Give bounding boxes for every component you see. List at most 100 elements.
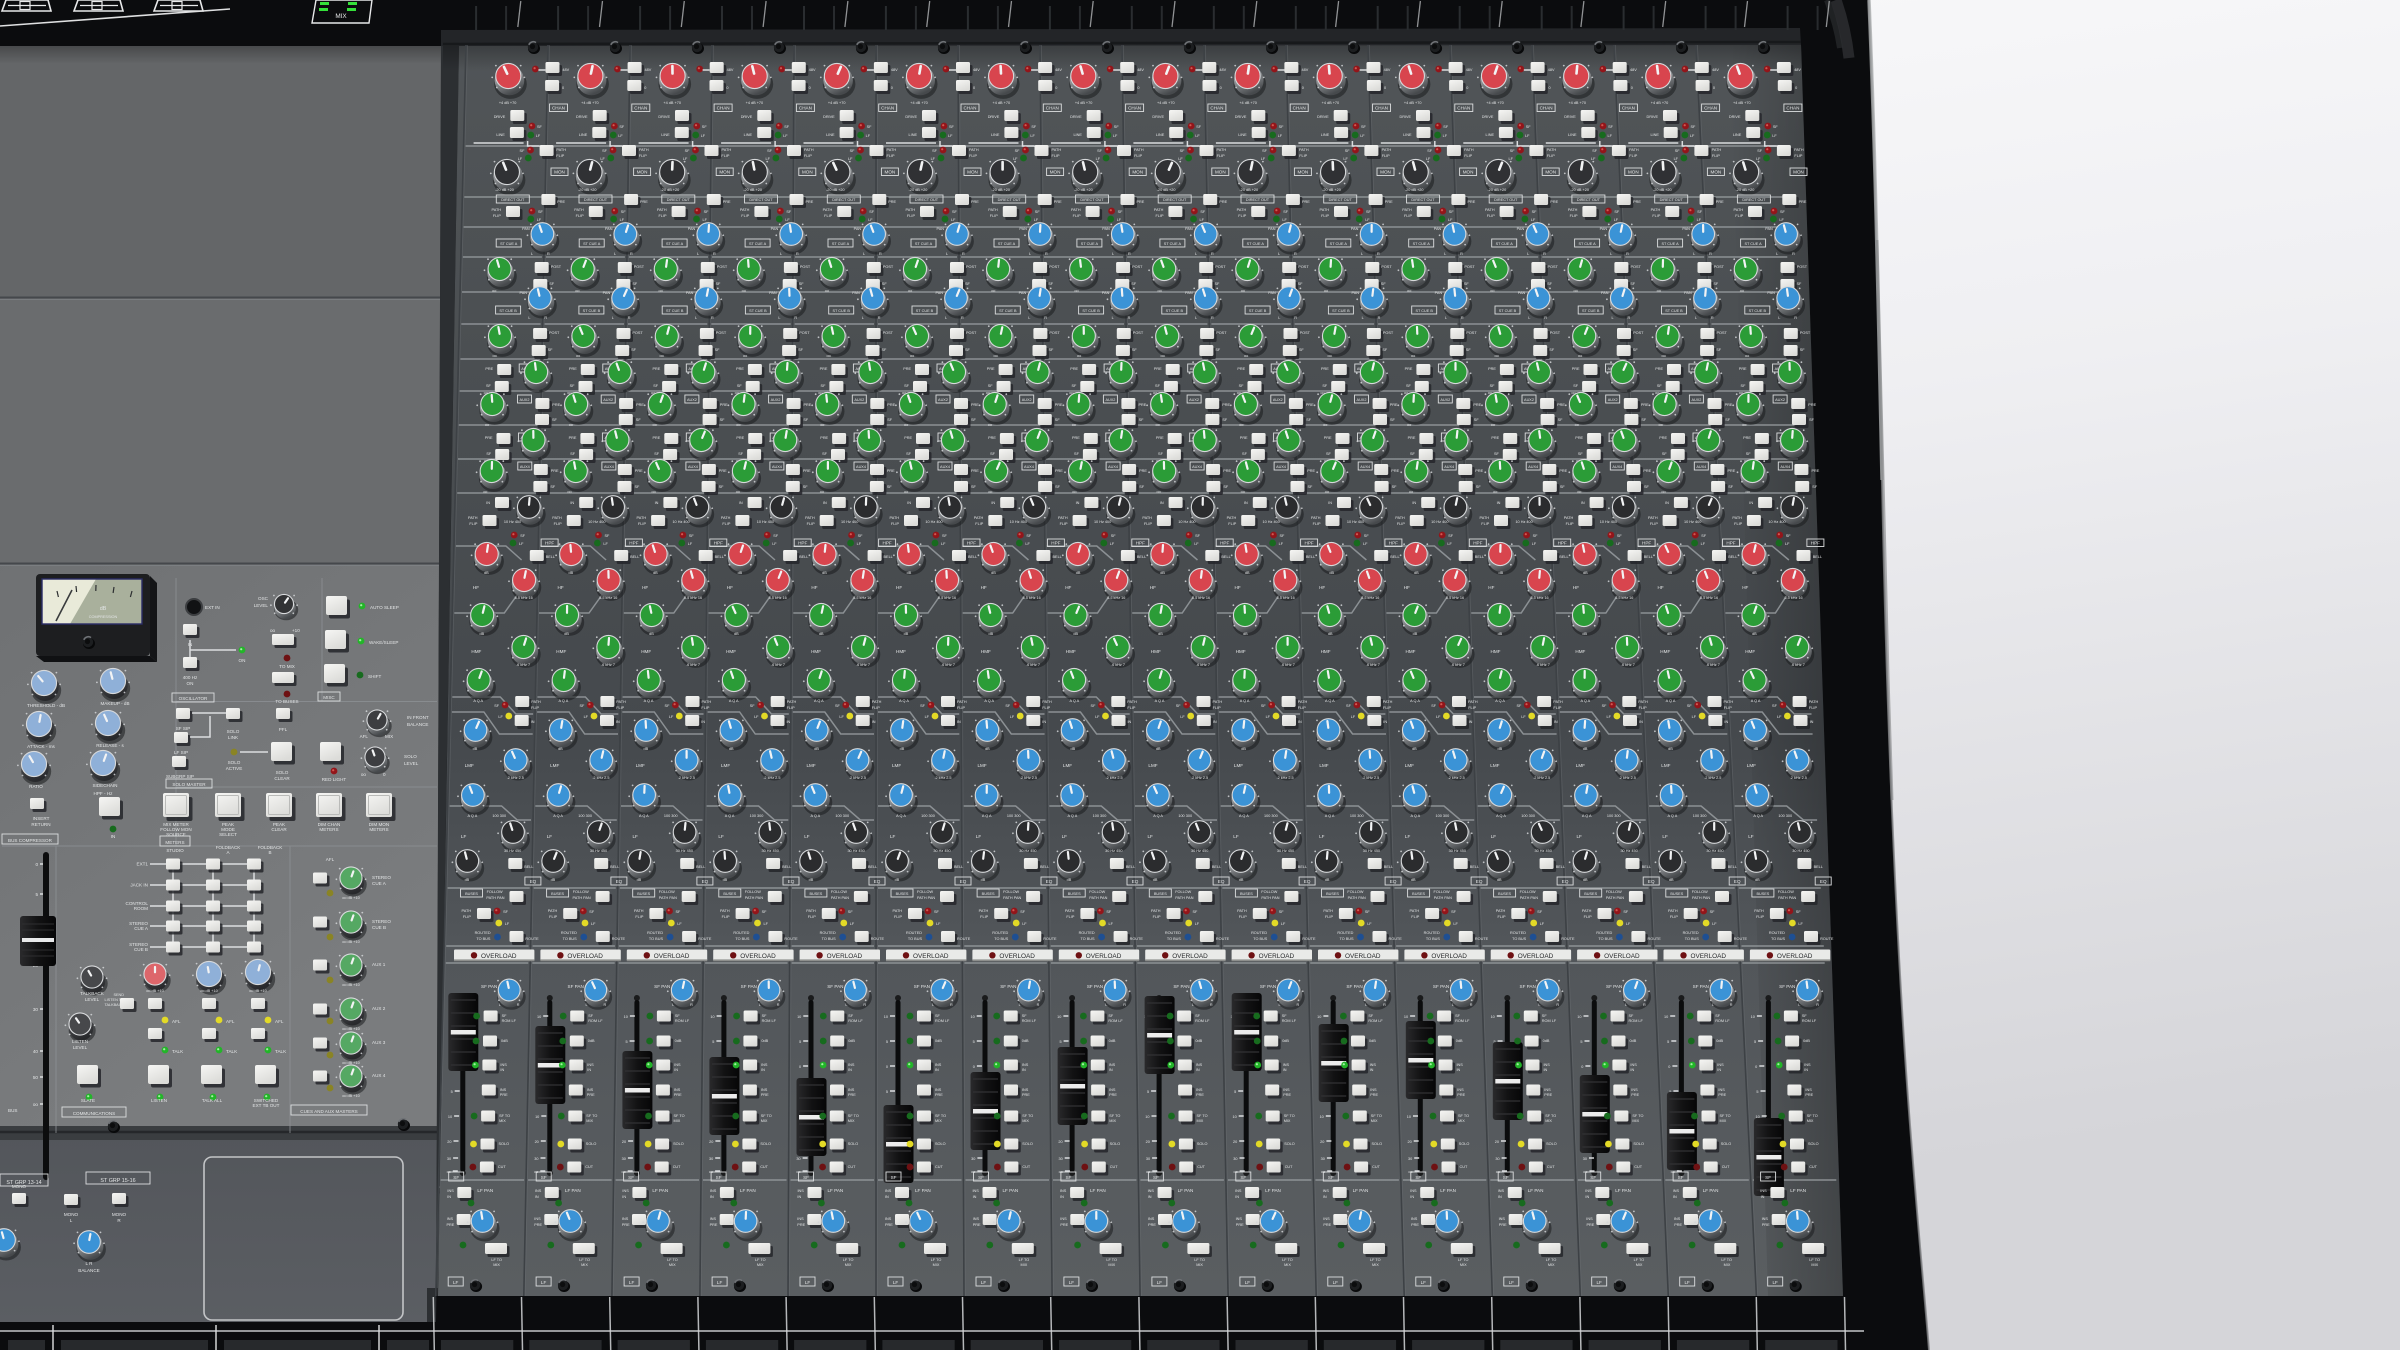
- svg-text:INS: INS: [1457, 1088, 1464, 1092]
- svg-text:EQ: EQ: [616, 879, 623, 884]
- svg-text:LMF: LMF: [721, 763, 730, 768]
- svg-text:EQ: EQ: [1390, 879, 1397, 884]
- svg-text:oo: oo: [569, 423, 573, 427]
- svg-text:IN: IN: [1283, 1068, 1287, 1072]
- svg-text:ST CUE B: ST CUE B: [1415, 309, 1433, 313]
- svg-text:CHAN: CHAN: [1622, 106, 1635, 111]
- svg-text:dB: dB: [1755, 878, 1760, 882]
- svg-text:PAN: PAN: [519, 291, 527, 295]
- svg-text:DIRECT OUT: DIRECT OUT: [749, 198, 773, 202]
- svg-text:A Q A: A Q A: [1153, 814, 1163, 818]
- svg-text:INS: INS: [761, 1088, 768, 1092]
- svg-text:EQ: EQ: [702, 879, 709, 884]
- svg-text:oo dB +10: oo dB +10: [342, 1027, 359, 1031]
- svg-text:INS: INS: [1060, 1217, 1067, 1221]
- svg-text:SF: SF: [934, 910, 940, 914]
- svg-text:LF: LF: [1096, 157, 1101, 161]
- svg-text:MIX: MIX: [1636, 1263, 1643, 1267]
- svg-text:dB: dB: [1498, 571, 1503, 575]
- svg-text:.6 kHz 7: .6 kHz 7: [601, 663, 615, 667]
- svg-text:L: L: [614, 252, 616, 256]
- svg-text:L: L: [697, 252, 699, 256]
- svg-text:ROUTED: ROUTED: [1596, 931, 1612, 935]
- svg-text:POST: POST: [632, 331, 643, 335]
- svg-text:oo: oo: [1575, 423, 1579, 427]
- svg-text:LF: LF: [1030, 134, 1035, 138]
- svg-text:PATH: PATH: [979, 909, 989, 913]
- svg-text:100 300: 100 300: [1778, 814, 1792, 818]
- svg-text:LF: LF: [925, 715, 930, 719]
- svg-text:5.5 kHz 16: 5.5 kHz 16: [684, 596, 702, 600]
- svg-text:SF: SF: [1215, 282, 1221, 286]
- svg-text:oo: oo: [1241, 289, 1245, 293]
- svg-text:0: 0: [1384, 86, 1386, 90]
- svg-text:SF: SF: [882, 348, 888, 352]
- svg-text:DRIVE: DRIVE: [1564, 115, 1576, 119]
- svg-text:PRE: PRE: [1408, 436, 1416, 440]
- svg-text:LF: LF: [1491, 834, 1497, 839]
- svg-text:oo: oo: [567, 490, 571, 494]
- svg-text:10 Hz 400: 10 Hz 400: [1263, 520, 1280, 524]
- svg-text:ON: ON: [239, 658, 246, 663]
- svg-text:dB: dB: [558, 747, 563, 751]
- svg-text:SF: SF: [822, 452, 828, 456]
- svg-text:PRE: PRE: [1575, 436, 1583, 440]
- svg-text:IN: IN: [1673, 1195, 1677, 1199]
- svg-text:dB: dB: [1668, 747, 1673, 751]
- svg-text:A Q A: A Q A: [1325, 699, 1335, 703]
- svg-text:L: L: [759, 1003, 761, 1007]
- svg-text:SF: SF: [621, 210, 627, 214]
- svg-text:HMF: HMF: [1236, 649, 1246, 654]
- svg-text:R: R: [878, 316, 881, 320]
- svg-text:dB: dB: [1413, 632, 1418, 636]
- svg-text:SF: SF: [1410, 452, 1416, 456]
- svg-text:SF: SF: [1633, 348, 1639, 352]
- svg-text:100 300: 100 300: [1350, 814, 1364, 818]
- svg-text:-20 dB +20: -20 dB +20: [1074, 188, 1093, 192]
- svg-text:SF: SF: [1366, 210, 1372, 214]
- svg-text:SF: SF: [1055, 418, 1061, 422]
- svg-text:100 300: 100 300: [1521, 814, 1535, 818]
- svg-text:dB: dB: [1752, 632, 1757, 636]
- svg-text:A Q A: A Q A: [1325, 814, 1335, 818]
- svg-text:AUX4: AUX4: [1612, 465, 1622, 469]
- svg-text:oo: oo: [994, 354, 998, 358]
- svg-text:LF: LF: [1674, 157, 1679, 161]
- svg-text:FLIP: FLIP: [969, 154, 977, 158]
- svg-text:A Q A: A Q A: [1068, 814, 1078, 818]
- svg-text:BUSES: BUSES: [809, 892, 822, 896]
- svg-text:BELL: BELL: [968, 555, 977, 559]
- svg-text:PRE: PRE: [1391, 469, 1399, 473]
- svg-text:LF: LF: [1157, 1280, 1163, 1285]
- svg-text:SF: SF: [1516, 704, 1522, 708]
- svg-text:SOLO: SOLO: [935, 1142, 946, 1146]
- svg-text:LF TO: LF TO: [1546, 1258, 1557, 1262]
- svg-text:AUX4: AUX4: [1696, 465, 1706, 469]
- svg-text:FLIP: FLIP: [1670, 915, 1678, 919]
- svg-text:AUX2: AUX2: [1273, 398, 1283, 402]
- svg-text:SF: SF: [867, 125, 873, 129]
- svg-text:dB: dB: [1328, 632, 1333, 636]
- svg-text:FLIP: FLIP: [1228, 522, 1236, 526]
- svg-text:SF: SF: [1346, 704, 1352, 708]
- svg-text:oo: oo: [910, 354, 914, 358]
- svg-text:MON: MON: [1380, 170, 1391, 175]
- svg-text:POST: POST: [1631, 265, 1642, 269]
- svg-text:HPF: HPF: [798, 541, 807, 546]
- svg-text:PRE: PRE: [569, 436, 577, 440]
- svg-text:FLIP: FLIP: [722, 915, 730, 919]
- svg-text:PRE: PRE: [1236, 1223, 1244, 1227]
- svg-text:SF: SF: [1158, 452, 1164, 456]
- svg-text:R: R: [1378, 316, 1381, 320]
- svg-text:FLIP: FLIP: [1321, 214, 1329, 218]
- svg-text:MIX: MIX: [1284, 1263, 1291, 1267]
- svg-text:-20 dB +20: -20 dB +20: [1570, 188, 1589, 192]
- svg-text:LF: LF: [669, 715, 674, 719]
- svg-text:EQ: EQ: [1820, 879, 1827, 884]
- svg-text:PATH: PATH: [1298, 700, 1308, 704]
- svg-text:BUSES: BUSES: [637, 892, 650, 896]
- svg-text:PRE: PRE: [1240, 436, 1248, 440]
- svg-text:R: R: [961, 316, 964, 320]
- svg-text:EQ: EQ: [530, 879, 537, 884]
- svg-text:OVERLOAD: OVERLOAD: [1259, 953, 1295, 960]
